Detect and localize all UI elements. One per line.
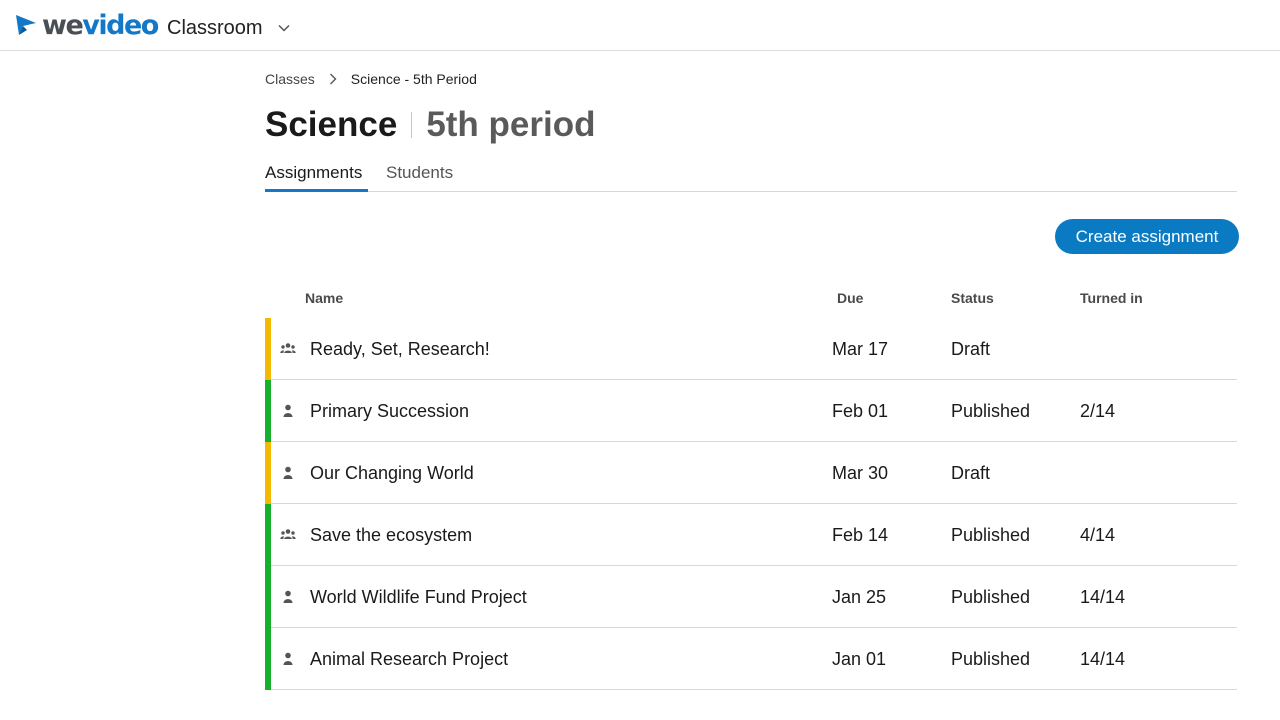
table-row[interactable]: Ready, Set, Research! Mar 17 Draft [265,318,1237,380]
person-icon [283,404,293,417]
assignment-name[interactable]: World Wildlife Fund Project [310,587,527,608]
wevideo-logo[interactable]: wevideo [14,8,159,42]
assignment-turned-in: 2/14 [1080,401,1116,421]
breadcrumb: Classes Science - 5th Period [265,70,477,88]
top-bar: wevideo Classroom [0,0,1280,51]
breadcrumb-current: Science - 5th Period [350,71,477,87]
table-row[interactable]: Our Changing World Mar 30 Draft [265,442,1237,504]
table-row[interactable]: Animal Research Project Jan 01 Published… [265,628,1237,690]
play-arrow-icon [16,15,36,35]
status-color-bar [265,318,271,380]
assignment-turned-in: 14/14 [1080,587,1126,607]
tab-assignments[interactable]: Assignments [265,163,368,192]
assignment-name[interactable]: Animal Research Project [310,649,508,670]
assignment-turned-in: 14/14 [1080,649,1126,669]
chevron-right-icon [329,73,337,85]
page-title: Science 5th period [265,103,596,147]
table-row[interactable]: World Wildlife Fund Project Jan 25 Publi… [265,566,1237,628]
tab-bar: Assignments Students [265,160,1237,192]
assignment-name[interactable]: Save the ecosystem [310,525,472,546]
table-row[interactable]: Primary Succession Feb 01 Published 2/14 [265,380,1237,442]
column-header-turned-in[interactable]: Turned in [1080,290,1143,306]
assignment-list: Ready, Set, Research! Mar 17 Draft Prima… [265,318,1237,690]
logo-text-we: we [42,9,84,41]
assignment-status: Published [951,587,1031,607]
assignment-due: Jan 01 [832,649,887,669]
assignment-status: Draft [951,463,991,483]
table-header: Name Due Status Turned in [265,290,1237,310]
status-color-bar [265,380,271,442]
assignment-status: Published [951,525,1031,545]
person-icon [283,466,293,479]
person-icon [283,590,293,603]
assignment-turned-in: 4/14 [1080,525,1116,545]
chevron-down-icon[interactable] [276,20,292,36]
status-color-bar [265,566,271,628]
tab-students[interactable]: Students [386,163,453,192]
assignment-name[interactable]: Ready, Set, Research! [310,339,490,360]
group-icon [280,529,296,539]
assignment-status: Published [951,401,1031,421]
status-color-bar [265,504,271,566]
assignment-due: Jan 25 [832,587,887,607]
logo-text-video: video [82,9,159,41]
column-header-due[interactable]: Due [837,290,863,306]
assignment-due: Mar 30 [832,463,889,483]
assignment-status: Draft [951,339,991,359]
table-row[interactable]: Save the ecosystem Feb 14 Published 4/14 [265,504,1237,566]
assignment-due: Feb 14 [832,525,889,545]
column-header-status[interactable]: Status [951,290,994,306]
assignment-status: Published [951,649,1031,669]
column-header-name[interactable]: Name [305,290,343,306]
assignment-name[interactable]: Primary Succession [310,401,469,422]
assignment-name[interactable]: Our Changing World [310,463,474,484]
title-divider [411,112,413,138]
status-color-bar [265,628,271,690]
person-icon [283,652,293,665]
assignment-due: Feb 01 [832,401,889,421]
class-period: 5th period [426,105,596,144]
class-name: Science [265,105,398,144]
breadcrumb-classes-link[interactable]: Classes [265,71,315,87]
group-icon [280,343,296,353]
create-assignment-button[interactable]: Create assignment [1055,219,1239,254]
product-switcher[interactable]: Classroom [167,17,263,40]
assignment-due: Mar 17 [832,339,889,359]
status-color-bar [265,442,271,504]
